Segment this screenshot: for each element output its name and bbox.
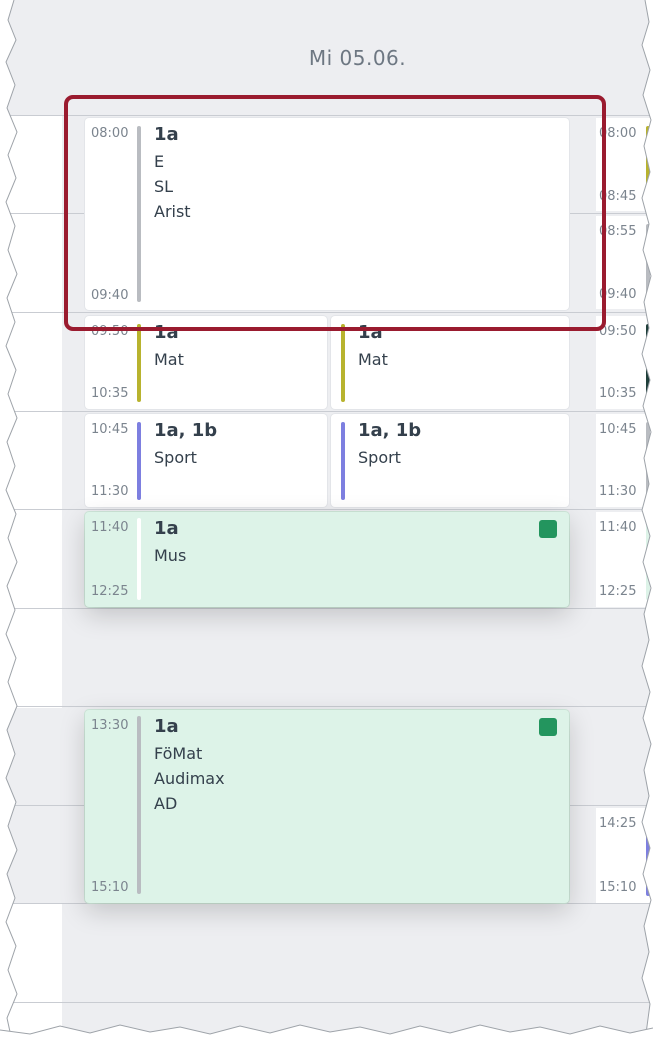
lesson-class: 1a <box>154 518 179 539</box>
lesson-subject: Mat <box>358 350 388 369</box>
next-lesson-end: 10:35 <box>599 386 637 401</box>
period-line <box>0 706 653 707</box>
period-line <box>0 411 653 412</box>
lesson-class: 1a <box>154 716 179 737</box>
lesson-color-bar <box>137 422 141 500</box>
lesson-card[interactable]: 13:30 15:10 1a FöMat Audimax AD <box>85 710 569 903</box>
status-indicator <box>539 520 557 538</box>
torn-edge-right <box>641 0 653 1041</box>
lesson-end-time: 15:10 <box>91 880 129 895</box>
lesson-room: Audimax <box>154 769 225 788</box>
lesson-class: 1a, 1b <box>154 420 218 441</box>
highlight-frame <box>64 95 606 331</box>
next-lesson-end: 11:30 <box>599 484 637 499</box>
lesson-start-time: 10:45 <box>91 422 129 437</box>
period-line <box>0 509 653 510</box>
lesson-color-bar <box>137 716 141 894</box>
lesson-end-time: 12:25 <box>91 584 129 599</box>
lesson-class: 1a, 1b <box>358 420 422 441</box>
day-header[interactable]: Mi 05.06. <box>62 46 653 70</box>
lesson-color-bar <box>341 324 345 402</box>
lesson-color-bar <box>137 324 141 402</box>
period-line <box>0 903 653 904</box>
period-line <box>0 608 653 609</box>
next-lesson-start: 14:25 <box>599 816 637 831</box>
lesson-color-bar <box>341 422 345 500</box>
lesson-card[interactable]: 10:45 11:30 1a, 1b Sport <box>85 414 327 507</box>
lesson-card[interactable]: 1a, 1b Sport <box>331 414 569 507</box>
lesson-card[interactable]: 11:40 12:25 1a Mus <box>85 512 569 607</box>
next-lesson-start: 11:40 <box>599 520 637 535</box>
lesson-color-bar <box>137 518 141 600</box>
status-indicator <box>539 718 557 736</box>
lesson-start-time: 11:40 <box>91 520 129 535</box>
torn-edge-bottom <box>0 1024 653 1041</box>
next-lesson-start: 10:45 <box>599 422 637 437</box>
period-line <box>0 1002 653 1003</box>
lesson-start-time: 13:30 <box>91 718 129 733</box>
lesson-end-time: 11:30 <box>91 484 129 499</box>
lesson-subject: Sport <box>154 448 197 467</box>
lesson-end-time: 10:35 <box>91 386 129 401</box>
next-lesson-end: 15:10 <box>599 880 637 895</box>
lesson-teacher: AD <box>154 794 178 813</box>
lesson-subject: Sport <box>358 448 401 467</box>
lesson-subject: FöMat <box>154 744 203 763</box>
lesson-subject: Mat <box>154 350 184 369</box>
torn-edge-left <box>0 0 18 1041</box>
next-lesson-end: 12:25 <box>599 584 637 599</box>
lesson-subject: Mus <box>154 546 187 565</box>
